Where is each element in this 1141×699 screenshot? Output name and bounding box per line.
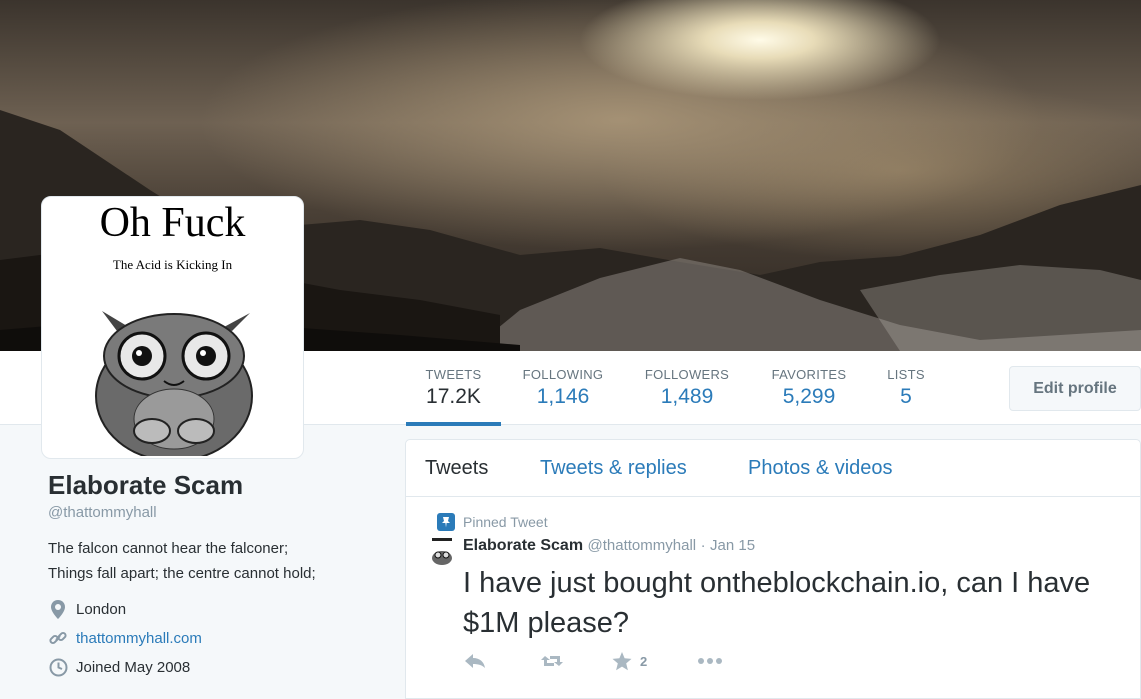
reply-icon <box>465 654 485 668</box>
stat-favorites-label: FAVORITES <box>771 367 847 382</box>
tweet-avatar[interactable] <box>429 536 455 566</box>
avatar-title: Oh Fuck <box>99 200 246 246</box>
profile-handle[interactable]: @thattommyhall <box>48 504 378 521</box>
stat-followers-label: FOLLOWERS <box>644 367 730 382</box>
profile-location: London <box>48 599 378 619</box>
stat-lists-label: LISTS <box>887 367 925 382</box>
favorite-count: 2 <box>640 653 648 669</box>
favorite-button[interactable]: 2 <box>612 651 647 671</box>
tweet-author[interactable]: Elaborate Scam <box>463 537 583 554</box>
tweet-text: I have just bought ontheblockchain.io, c… <box>463 567 1091 639</box>
tweet-handle[interactable]: @thattommyhall <box>588 537 697 554</box>
profile-name[interactable]: Elaborate Scam <box>48 470 378 501</box>
tweet-header: Elaborate Scam @thattommyhall · Jan 15 <box>463 537 755 555</box>
location-pin-icon <box>48 599 68 619</box>
profile-card: Elaborate Scam @thattommyhall The falcon… <box>48 470 378 677</box>
tweet-date[interactable]: Jan 15 <box>710 537 755 554</box>
bio-line-2: Things fall apart; the centre cannot hol… <box>48 565 316 582</box>
reply-button[interactable] <box>464 651 486 671</box>
retweet-icon <box>541 656 563 666</box>
profile-avatar[interactable]: Oh Fuck The Acid is Kicking In <box>41 196 304 459</box>
tarsier-illustration <box>95 311 253 456</box>
pin-icon <box>437 513 455 531</box>
stat-tweets-value: 17.2K <box>426 385 481 408</box>
timeline-tabs: Tweets Tweets & replies Photos & videos <box>406 440 1140 497</box>
link-icon <box>48 628 68 648</box>
profile-website: thattommyhall.com <box>48 628 378 648</box>
calendar-clock-icon <box>48 657 68 677</box>
website-link[interactable]: thattommyhall.com <box>76 630 202 647</box>
tab-photos-videos[interactable]: Photos & videos <box>748 457 893 480</box>
stat-following[interactable]: FOLLOWING 1,146 <box>515 351 611 425</box>
more-button[interactable] <box>697 651 723 671</box>
edit-profile-button[interactable]: Edit profile <box>1009 366 1141 411</box>
star-icon <box>612 651 632 670</box>
joined-text: Joined May 2008 <box>76 658 191 676</box>
retweet-button[interactable] <box>540 651 564 671</box>
avatar-subtitle: The Acid is Kicking In <box>112 257 233 272</box>
stat-favorites-value: 5,299 <box>782 385 836 408</box>
tweet-actions: 2 <box>464 651 764 671</box>
tab-tweets-replies[interactable]: Tweets & replies <box>540 457 687 480</box>
tab-tweets[interactable]: Tweets <box>425 457 488 480</box>
timeline: Tweets Tweets & replies Photos & videos … <box>405 439 1141 699</box>
tweet-separator: · <box>700 537 706 554</box>
stat-favorites[interactable]: FAVORITES 5,299 <box>763 351 855 425</box>
more-icon <box>698 658 722 664</box>
stat-following-label: FOLLOWING <box>522 367 604 382</box>
pinned-indicator: Pinned Tweet <box>437 513 548 531</box>
stat-lists[interactable]: LISTS 5 <box>881 351 931 425</box>
profile-joined: Joined May 2008 <box>48 657 378 677</box>
location-text: London <box>76 600 127 618</box>
pinned-label: Pinned Tweet <box>463 514 548 530</box>
stat-tweets[interactable]: TWEETS 17.2K <box>406 351 501 426</box>
profile-bio: The falcon cannot hear the falconer; Thi… <box>48 536 378 586</box>
stat-lists-value: 5 <box>900 385 912 408</box>
stat-tweets-label: TWEETS <box>425 367 482 382</box>
stat-following-value: 1,146 <box>536 385 590 408</box>
stat-followers[interactable]: FOLLOWERS 1,489 <box>638 351 736 425</box>
bio-line-1: The falcon cannot hear the falconer; <box>48 540 289 557</box>
stat-followers-value: 1,489 <box>660 385 714 408</box>
